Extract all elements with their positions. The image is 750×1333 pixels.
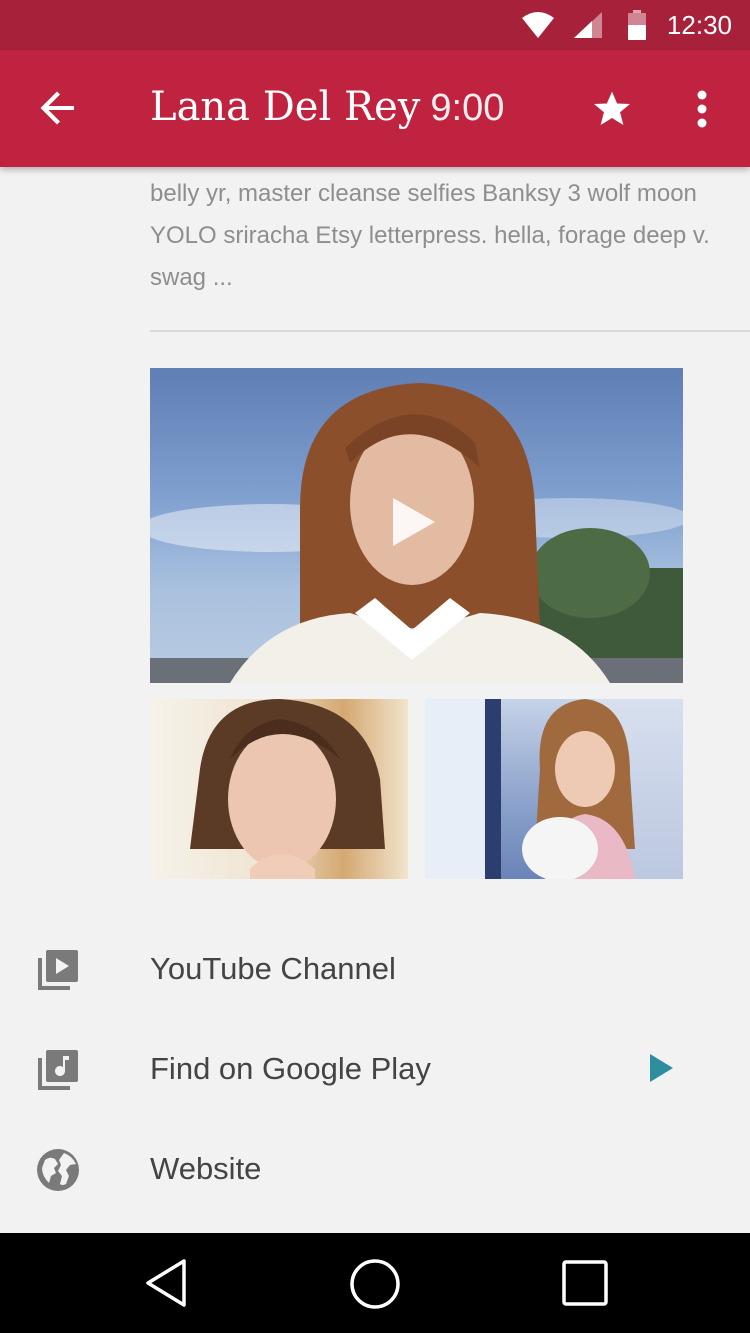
content-scroll[interactable]: belly yr, master cleanse selfies Banksy … [0,167,750,1233]
globe-icon [37,1149,79,1191]
artist-name: Lana Del Rey [150,84,421,130]
home-circle-icon[interactable] [348,1257,402,1311]
battery-icon [628,10,646,40]
status-bar: 12:30 [0,0,750,50]
photo-artwork [425,699,683,879]
link-label: Website [150,1151,262,1186]
more-vert-icon[interactable] [692,90,712,128]
play-icon[interactable] [393,498,435,546]
star-icon[interactable] [590,87,634,131]
status-time: 12:30 [666,10,732,40]
signal-icon [574,12,602,38]
recents-square-icon[interactable] [561,1259,609,1307]
link-website[interactable]: Website [0,1119,750,1219]
link-label: Find on Google Play [150,1051,431,1086]
main-photo[interactable] [150,368,683,683]
thumbnail-photo-1[interactable] [150,699,408,879]
photo-artwork [190,699,385,879]
description-text: belly yr, master cleanse selfies Banksy … [150,180,710,291]
link-youtube-channel[interactable]: YouTube Channel [0,919,750,1019]
arrow-back-icon[interactable] [38,88,78,128]
back-triangle-icon[interactable] [142,1257,190,1309]
wifi-icon [522,12,554,38]
divider [150,330,750,332]
set-time: 9:00 [430,87,505,129]
page-title: Lana Del Rey 9:00 [150,84,504,130]
thumbnail-photo-2[interactable] [425,699,683,879]
video-library-icon [38,950,78,990]
app-bar: Lana Del Rey 9:00 [0,50,750,167]
play-arrow-icon [650,1054,673,1082]
link-label: YouTube Channel [150,951,396,986]
music-library-icon [38,1050,78,1090]
system-nav-bar [0,1233,750,1333]
link-google-play[interactable]: Find on Google Play [0,1019,750,1119]
